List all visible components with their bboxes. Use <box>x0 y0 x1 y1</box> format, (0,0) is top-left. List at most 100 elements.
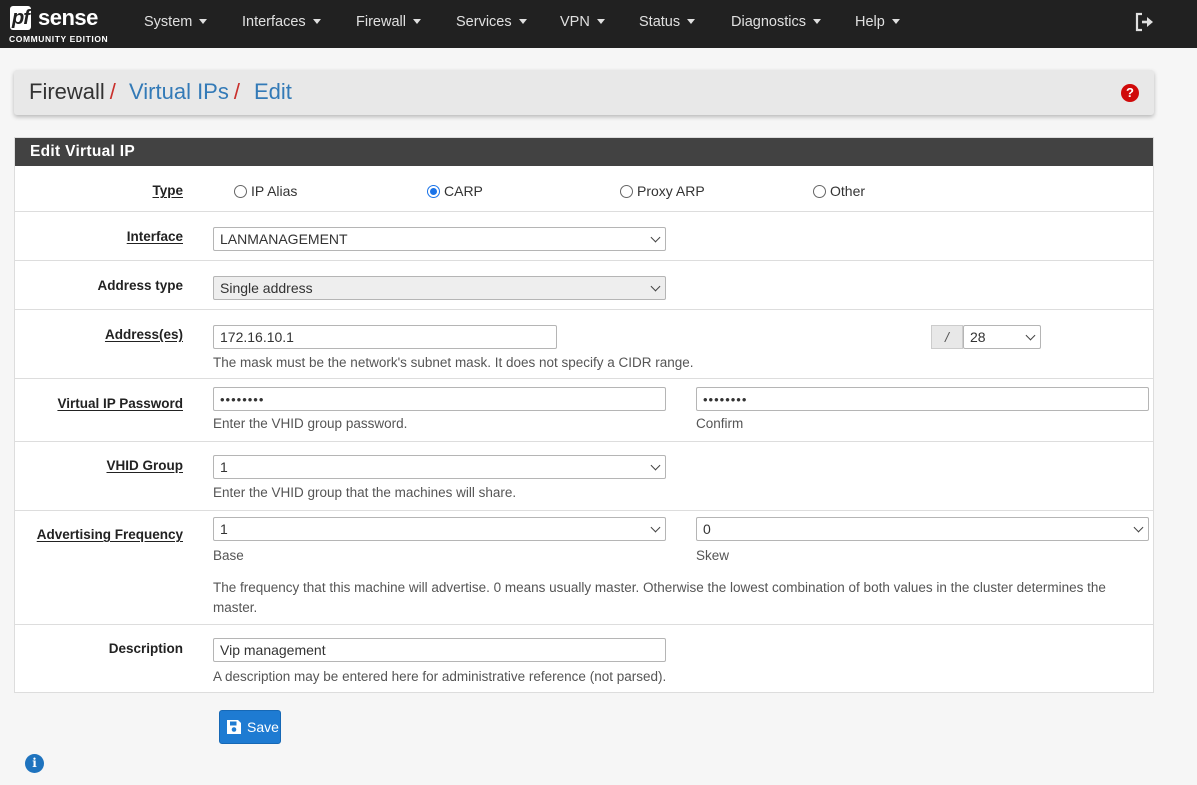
type-option-other[interactable]: Other <box>813 183 865 199</box>
type-row: Type IP Alias CARP Proxy ARP Other <box>15 166 1153 212</box>
adv-freq-skew-select[interactable]: 0 <box>696 517 1149 541</box>
caret-down-icon <box>412 19 421 24</box>
nav-system[interactable]: System <box>144 0 208 48</box>
password-value: •••••••• <box>220 392 265 407</box>
save-button[interactable]: Save <box>219 710 281 744</box>
question-circle-icon[interactable]: ? <box>1121 84 1139 102</box>
nav-diagnostics[interactable]: Diagnostics <box>731 0 821 48</box>
address-value: 172.16.10.1 <box>220 329 294 345</box>
logo-sense: sense <box>38 5 98 30</box>
nav-firewall[interactable]: Firewall <box>356 0 421 48</box>
adv-freq-row: Advertising Frequency 1 0 Base Skew The … <box>15 511 1153 625</box>
description-label: Description <box>108 641 183 656</box>
pfsense-logo[interactable]: pf sense COMMUNITY EDITION <box>8 4 118 46</box>
caret-down-icon <box>518 19 527 24</box>
caret-down-icon <box>199 19 208 24</box>
nav-help[interactable]: Help <box>855 0 900 48</box>
address-row: Address(es) 172.16.10.1 / 28 The mask mu… <box>15 310 1153 379</box>
password-input[interactable]: •••••••• <box>213 387 666 411</box>
vhid-label: VHID Group <box>106 458 184 473</box>
save-button-label: Save <box>247 719 279 735</box>
cidr-mask-value: 28 <box>970 329 986 345</box>
adv-freq-help: The frequency that this machine will adv… <box>213 580 1106 615</box>
breadcrumb-separator: / <box>233 79 240 104</box>
sign-out-icon[interactable] <box>1134 12 1156 32</box>
breadcrumb: Firewall / Virtual IPs / Edit ? <box>14 70 1154 115</box>
radio-ip-alias[interactable] <box>234 185 247 198</box>
breadcrumb-edit[interactable]: Edit <box>254 80 292 104</box>
chevron-down-icon <box>1025 330 1036 341</box>
cidr-slash: / <box>931 325 963 349</box>
chevron-down-icon <box>650 522 661 533</box>
password-row: Virtual IP Password •••••••• •••••••• En… <box>15 379 1153 442</box>
nav-status-label: Status <box>639 14 681 30</box>
floppy-disk-icon <box>227 720 241 734</box>
radio-other[interactable] <box>813 185 826 198</box>
address-input[interactable]: 172.16.10.1 <box>213 325 557 349</box>
radio-proxy-arp[interactable] <box>620 185 633 198</box>
breadcrumb-firewall-label: Firewall <box>29 79 105 104</box>
type-label: Type <box>152 183 183 198</box>
vhid-row: VHID Group 1 Enter the VHID group that t… <box>15 442 1153 511</box>
vhid-help: Enter the VHID group that the machines w… <box>213 485 517 500</box>
chevron-down-icon <box>1133 522 1144 533</box>
type-option-proxy-arp-label: Proxy ARP <box>637 183 705 199</box>
vhid-value: 1 <box>220 459 228 475</box>
info-circle-icon[interactable]: i <box>25 754 44 773</box>
address-label: Address(es) <box>104 327 183 342</box>
interface-select[interactable]: LANMANAGEMENT <box>213 227 666 251</box>
caret-down-icon <box>891 19 900 24</box>
adv-freq-base-value: 1 <box>220 521 228 537</box>
type-option-carp[interactable]: CARP <box>427 183 483 199</box>
radio-carp[interactable] <box>427 185 440 198</box>
address-help: The mask must be the network's subnet ma… <box>213 355 694 370</box>
breadcrumb-virtual-ips[interactable]: Virtual IPs / <box>129 80 240 104</box>
adv-freq-base-help: Base <box>213 548 244 563</box>
address-type-select[interactable]: Single address <box>213 276 666 300</box>
interface-value: LANMANAGEMENT <box>220 231 348 247</box>
adv-freq-skew-help: Skew <box>696 548 730 563</box>
breadcrumb-firewall: Firewall / <box>29 80 116 104</box>
description-row: Description Vip management A description… <box>15 625 1153 692</box>
nav-system-label: System <box>144 14 193 30</box>
type-option-other-label: Other <box>830 183 866 199</box>
nav-services[interactable]: Services <box>456 0 527 48</box>
password-label: Virtual IP Password <box>57 396 183 411</box>
address-type-value: Single address <box>220 280 313 296</box>
breadcrumb-separator: / <box>109 79 116 104</box>
nav-interfaces[interactable]: Interfaces <box>242 0 321 48</box>
type-option-ip-alias[interactable]: IP Alias <box>234 183 297 199</box>
nav-services-label: Services <box>456 14 512 30</box>
type-option-proxy-arp[interactable]: Proxy ARP <box>620 183 705 199</box>
nav-help-label: Help <box>855 14 885 30</box>
type-option-carp-label: CARP <box>444 183 483 199</box>
nav-vpn[interactable]: VPN <box>560 0 605 48</box>
breadcrumb-virtual-ips-label: Virtual IPs <box>129 79 229 104</box>
nav-diagnostics-label: Diagnostics <box>731 14 806 30</box>
description-help: A description may be entered here for ad… <box>213 669 667 684</box>
password-confirm-help: Confirm <box>696 416 744 431</box>
caret-down-icon <box>596 19 605 24</box>
nav-status[interactable]: Status <box>639 0 696 48</box>
password-confirm-input[interactable]: •••••••• <box>696 387 1149 411</box>
type-option-ip-alias-label: IP Alias <box>251 183 298 199</box>
vhid-select[interactable]: 1 <box>213 455 666 479</box>
top-navbar: pf sense COMMUNITY EDITION System Interf… <box>0 0 1197 48</box>
description-value: Vip management <box>220 642 326 658</box>
panel-title: Edit Virtual IP <box>15 138 1153 166</box>
password-confirm-value: •••••••• <box>703 392 748 407</box>
address-type-label: Address type <box>97 278 183 293</box>
caret-down-icon <box>312 19 321 24</box>
cidr-mask-select[interactable]: 28 <box>963 325 1041 349</box>
caret-down-icon <box>812 19 821 24</box>
adv-freq-skew-value: 0 <box>703 521 711 537</box>
logo-edition: COMMUNITY EDITION <box>9 34 109 44</box>
password-help: Enter the VHID group password. <box>213 416 408 431</box>
nav-vpn-label: VPN <box>560 14 590 30</box>
description-input[interactable]: Vip management <box>213 638 666 662</box>
nav-interfaces-label: Interfaces <box>242 14 306 30</box>
interface-row: Interface LANMANAGEMENT <box>15 212 1153 261</box>
chevron-down-icon <box>650 460 661 471</box>
adv-freq-base-select[interactable]: 1 <box>213 517 666 541</box>
chevron-down-icon <box>650 281 661 292</box>
